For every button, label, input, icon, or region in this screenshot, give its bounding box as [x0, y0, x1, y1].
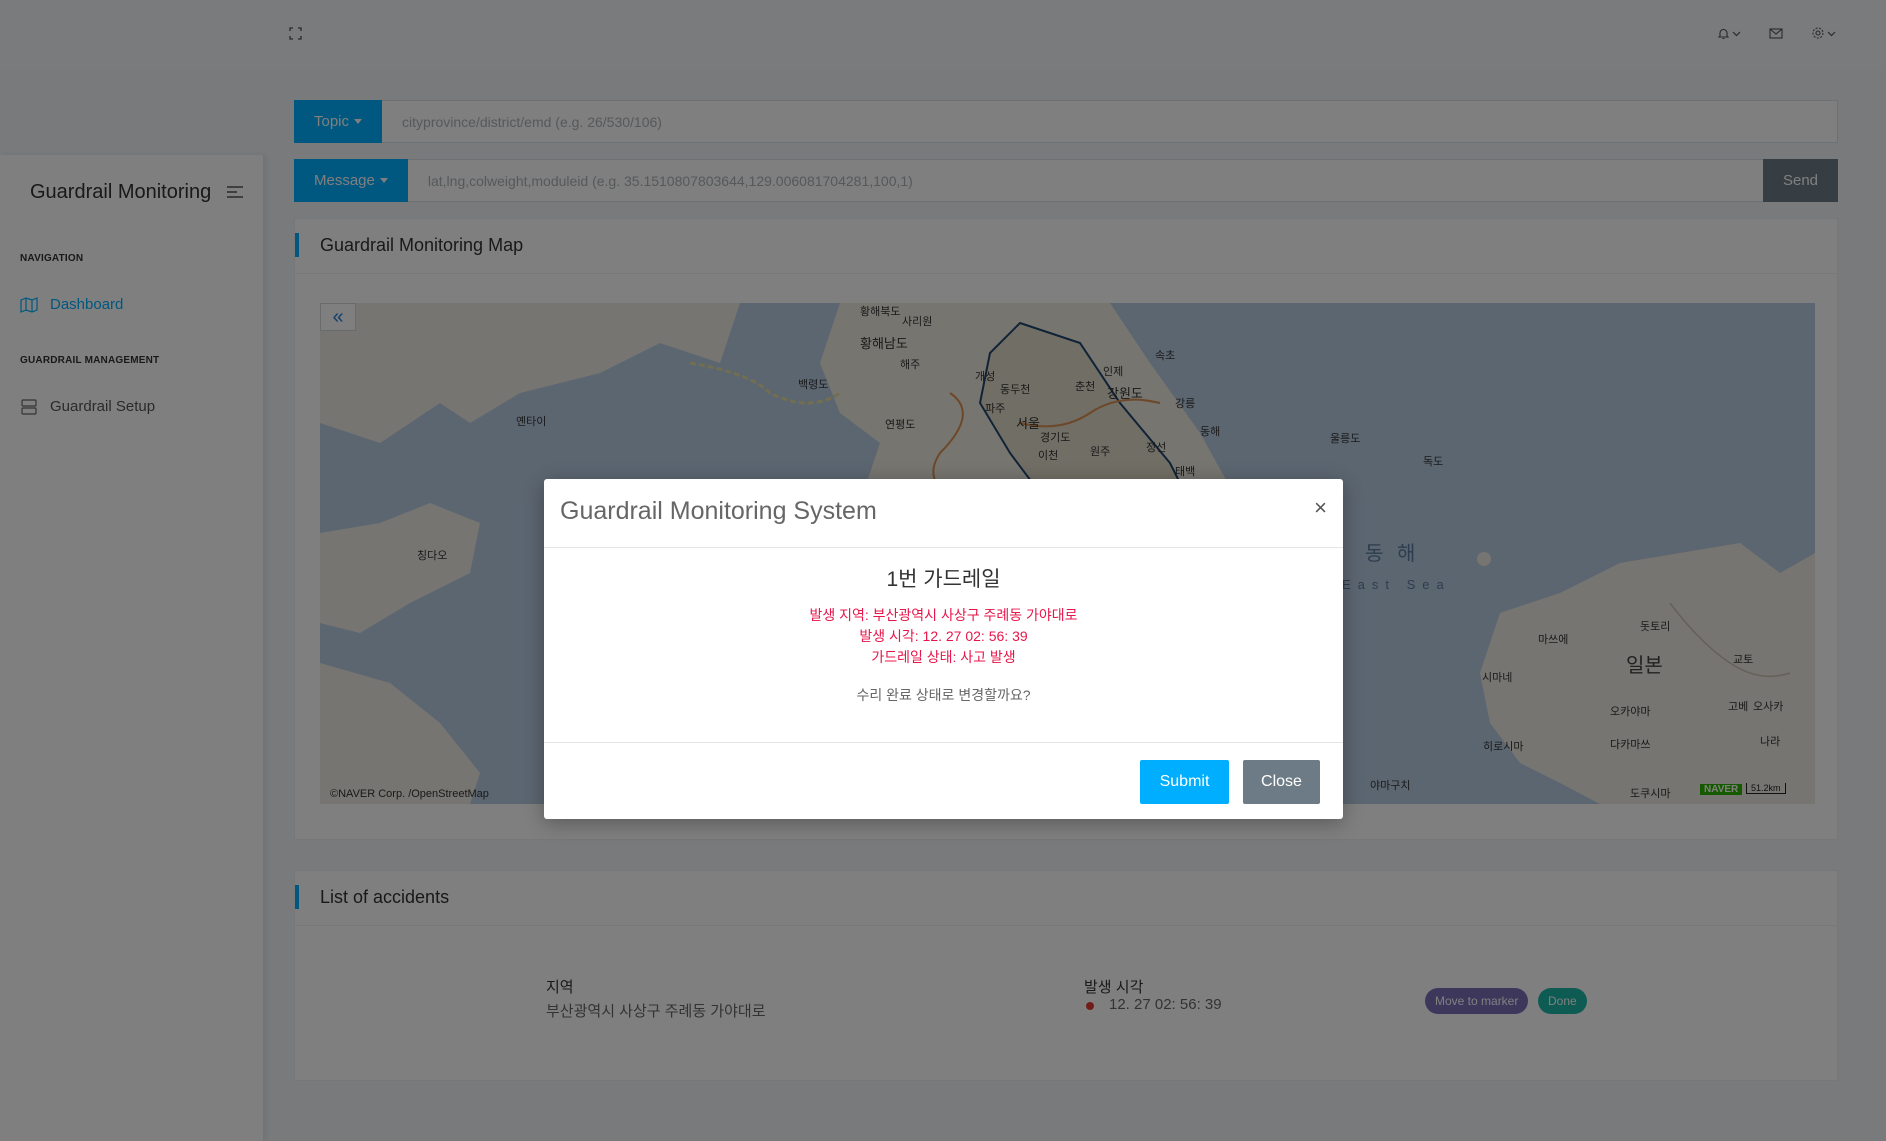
- modal-body: 1번 가드레일 발생 지역: 부산광역시 사상구 주례동 가야대로 발생 시각:…: [544, 549, 1343, 721]
- modal-header: Guardrail Monitoring System ×: [544, 479, 1343, 548]
- close-icon[interactable]: ×: [1314, 495, 1327, 521]
- submit-button[interactable]: Submit: [1140, 760, 1229, 804]
- guardrail-name: 1번 가드레일: [886, 568, 1001, 591]
- close-button[interactable]: Close: [1243, 760, 1320, 804]
- guardrail-status: 가드레일 상태: 사고 발생: [871, 649, 1016, 665]
- modal-footer: Submit Close: [544, 742, 1343, 819]
- confirm-question: 수리 완료 상태로 변경할까요?: [856, 687, 1031, 703]
- accident-time: 발생 시각: 12. 27 02: 56: 39: [859, 628, 1028, 644]
- modal-title: Guardrail Monitoring System: [560, 497, 877, 525]
- confirm-modal: Guardrail Monitoring System × 1번 가드레일 발생…: [544, 479, 1343, 819]
- accident-location: 발생 지역: 부산광역시 사상구 주례동 가야대로: [809, 607, 1078, 623]
